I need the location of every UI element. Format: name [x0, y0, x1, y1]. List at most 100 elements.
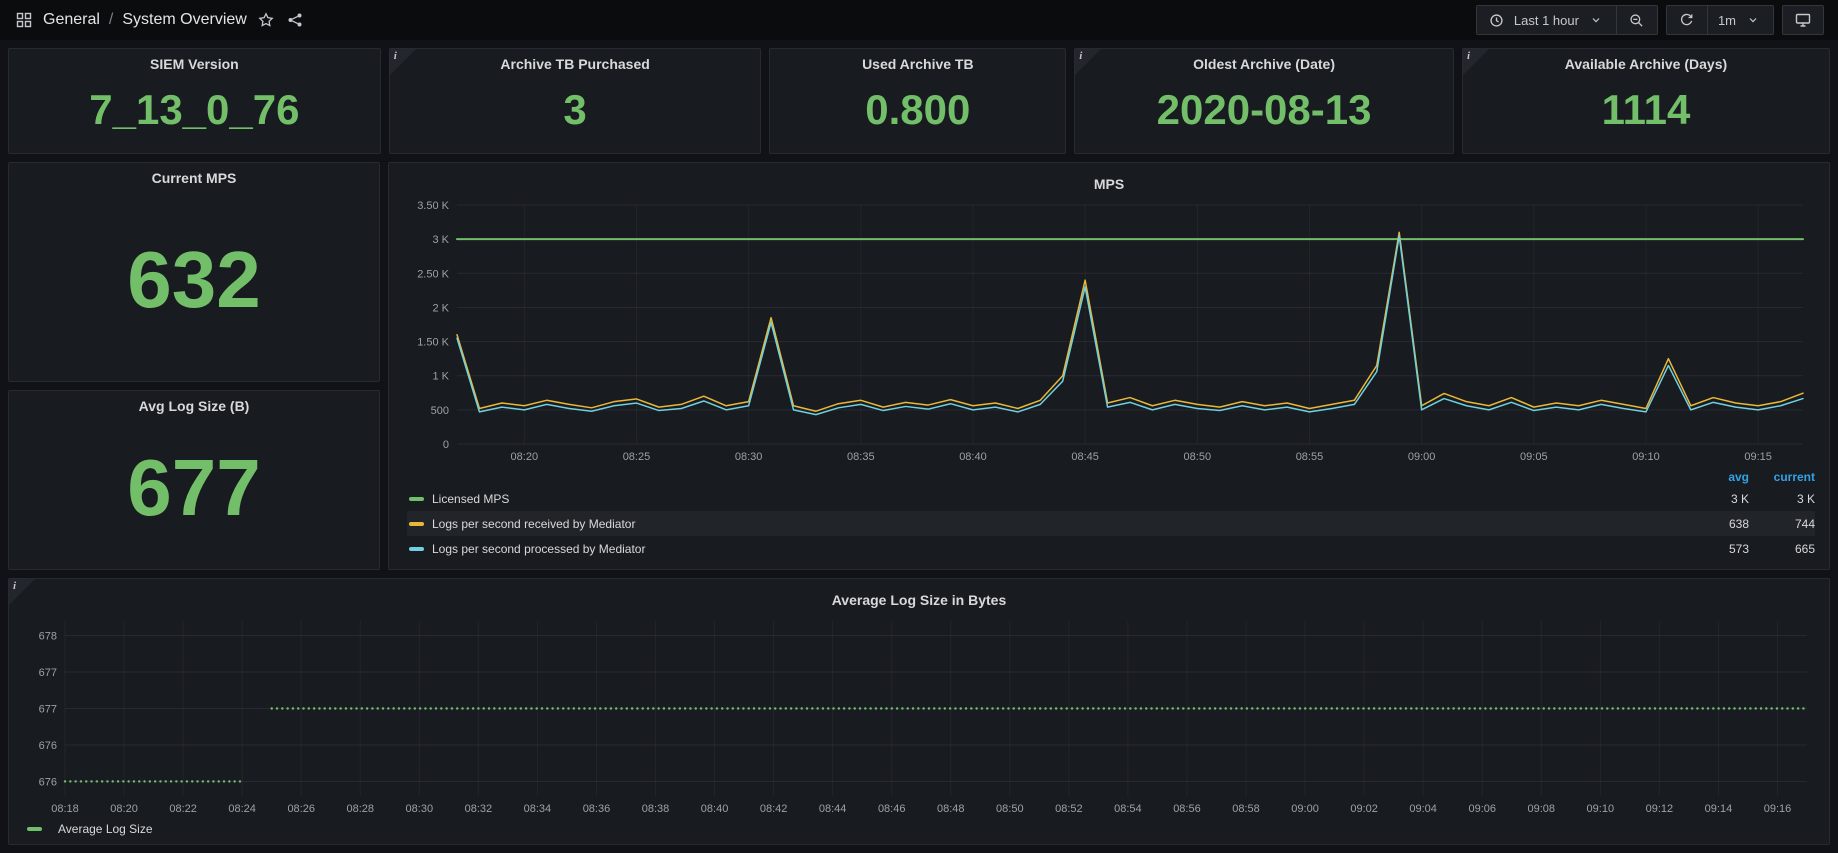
- stat-panel-siem-version: SIEM Version 7_13_0_76: [8, 48, 381, 154]
- avg-log-size-chart-panel: i Average Log Size in Bytes 676676677677…: [8, 578, 1830, 845]
- middle-row: Current MPS 632 Avg Log Size (B) 677 MPS…: [8, 162, 1830, 570]
- series-color-marker: [409, 497, 424, 501]
- svg-text:08:38: 08:38: [642, 803, 670, 815]
- refresh-interval-picker[interactable]: 1m: [1707, 5, 1774, 35]
- star-icon[interactable]: [256, 10, 276, 30]
- series-avg-value: 573: [1683, 542, 1749, 556]
- stat-value-available-archive-days: 1114: [1463, 75, 1829, 153]
- svg-text:676: 676: [39, 776, 57, 788]
- svg-text:0: 0: [443, 439, 449, 451]
- series-current-value: 3 K: [1749, 492, 1815, 506]
- svg-text:09:08: 09:08: [1528, 803, 1556, 815]
- panel-title[interactable]: Average Log Size in Bytes: [19, 585, 1819, 611]
- svg-text:09:10: 09:10: [1587, 803, 1615, 815]
- svg-text:09:10: 09:10: [1632, 451, 1660, 463]
- series-name: Logs per second processed by Mediator: [432, 542, 1683, 556]
- svg-text:500: 500: [431, 405, 449, 417]
- monitor-icon: [1793, 10, 1813, 30]
- apps-grid-icon[interactable]: [14, 10, 34, 30]
- share-icon[interactable]: [285, 10, 305, 30]
- series-avg-value: 3 K: [1683, 492, 1749, 506]
- svg-text:08:20: 08:20: [110, 803, 138, 815]
- time-range-picker[interactable]: Last 1 hour: [1476, 5, 1617, 35]
- refresh-button[interactable]: [1666, 5, 1708, 35]
- legend-row-licensed-mps[interactable]: Licensed MPS 3 K 3 K: [407, 486, 1815, 511]
- series-color-marker: [409, 522, 424, 526]
- legend-column-current[interactable]: current: [1749, 470, 1815, 484]
- svg-text:08:20: 08:20: [511, 451, 539, 463]
- svg-text:08:25: 08:25: [623, 451, 651, 463]
- zoom-out-icon: [1627, 10, 1647, 30]
- panel-title[interactable]: MPS: [399, 169, 1819, 195]
- panel-title[interactable]: Available Archive (Days): [1463, 49, 1829, 75]
- panel-title[interactable]: Current MPS: [9, 163, 379, 189]
- mps-time-series-chart[interactable]: 05001 K1.50 K2 K2.50 K3 K3.50 K08:2008:2…: [399, 195, 1819, 468]
- legend-row-logs-processed[interactable]: Logs per second processed by Mediator 57…: [407, 536, 1815, 561]
- avg-chart-legend: Average Log Size: [19, 820, 1819, 838]
- panel-info-icon[interactable]: i: [1463, 49, 1489, 75]
- panel-title[interactable]: SIEM Version: [9, 49, 380, 75]
- breadcrumb: General / System Overview: [14, 10, 305, 30]
- stat-value-oldest-archive: 2020-08-13: [1075, 75, 1453, 153]
- mps-chart-legend: avg current Licensed MPS 3 K 3 K Logs pe…: [399, 468, 1819, 561]
- stat-value-archive-tb-purchased: 3: [390, 75, 761, 153]
- svg-text:1 K: 1 K: [432, 371, 449, 383]
- svg-text:08:45: 08:45: [1071, 451, 1099, 463]
- breadcrumb-separator: /: [109, 11, 113, 29]
- mps-chart-panel: MPS 05001 K1.50 K2 K2.50 K3 K3.50 K08:20…: [388, 162, 1830, 570]
- svg-text:08:58: 08:58: [1232, 803, 1260, 815]
- svg-text:3.50 K: 3.50 K: [417, 200, 449, 212]
- series-color-marker: [27, 827, 42, 831]
- svg-text:08:50: 08:50: [996, 803, 1024, 815]
- legend-column-avg[interactable]: avg: [1683, 470, 1749, 484]
- chevron-down-icon: [1743, 10, 1763, 30]
- svg-text:08:28: 08:28: [346, 803, 374, 815]
- panel-info-icon[interactable]: i: [390, 49, 416, 75]
- kiosk-mode-button[interactable]: [1782, 5, 1824, 35]
- left-stat-column: Current MPS 632 Avg Log Size (B) 677: [8, 162, 380, 570]
- stat-panel-oldest-archive: i Oldest Archive (Date) 2020-08-13: [1074, 48, 1454, 154]
- breadcrumb-page-title: System Overview: [122, 11, 246, 29]
- stat-value-siem-version: 7_13_0_76: [9, 75, 380, 153]
- svg-text:08:55: 08:55: [1296, 451, 1324, 463]
- svg-text:08:18: 08:18: [51, 803, 79, 815]
- avg-log-size-chart[interactable]: 67667667767767808:1808:2008:2208:2408:26…: [19, 611, 1819, 820]
- clock-icon: [1487, 10, 1507, 30]
- series-name: Logs per second received by Mediator: [432, 517, 1683, 531]
- top-nav-bar: General / System Overview Last 1 hour: [0, 0, 1838, 40]
- time-range-label: Last 1 hour: [1514, 13, 1579, 28]
- panel-title[interactable]: Archive TB Purchased: [390, 49, 761, 75]
- svg-text:09:00: 09:00: [1408, 451, 1436, 463]
- panel-title[interactable]: Oldest Archive (Date): [1075, 49, 1453, 75]
- svg-text:677: 677: [39, 704, 57, 716]
- legend-row-logs-received[interactable]: Logs per second received by Mediator 638…: [407, 511, 1815, 536]
- series-current-value: 744: [1749, 517, 1815, 531]
- svg-text:08:50: 08:50: [1184, 451, 1212, 463]
- panel-info-icon[interactable]: i: [1075, 49, 1101, 75]
- stat-panel-current-mps: Current MPS 632: [8, 162, 380, 382]
- stat-value-avg-log-size: 677: [9, 417, 379, 569]
- breadcrumb-section[interactable]: General: [43, 11, 100, 29]
- stat-value-current-mps: 632: [9, 189, 379, 381]
- zoom-out-time-button[interactable]: [1616, 5, 1658, 35]
- dashboard-controls: Last 1 hour: [1476, 5, 1824, 35]
- stat-value-used-archive-tb: 0.800: [770, 75, 1065, 153]
- svg-text:09:05: 09:05: [1520, 451, 1548, 463]
- svg-text:2 K: 2 K: [432, 302, 449, 314]
- svg-text:09:16: 09:16: [1764, 803, 1792, 815]
- svg-text:09:15: 09:15: [1744, 451, 1772, 463]
- refresh-icon: [1677, 10, 1697, 30]
- panel-title[interactable]: Avg Log Size (B): [9, 391, 379, 417]
- svg-text:08:34: 08:34: [524, 803, 552, 815]
- legend-header: avg current: [407, 468, 1815, 486]
- panel-title[interactable]: Used Archive TB: [770, 49, 1065, 75]
- svg-text:08:46: 08:46: [878, 803, 906, 815]
- panel-info-icon[interactable]: i: [9, 579, 35, 605]
- series-name[interactable]: Average Log Size: [58, 822, 153, 836]
- series-name: Licensed MPS: [432, 492, 1683, 506]
- svg-text:09:06: 09:06: [1468, 803, 1496, 815]
- svg-text:09:12: 09:12: [1646, 803, 1674, 815]
- dashboard: SIEM Version 7_13_0_76 i Archive TB Purc…: [0, 40, 1838, 853]
- svg-text:08:30: 08:30: [406, 803, 434, 815]
- svg-text:08:32: 08:32: [465, 803, 493, 815]
